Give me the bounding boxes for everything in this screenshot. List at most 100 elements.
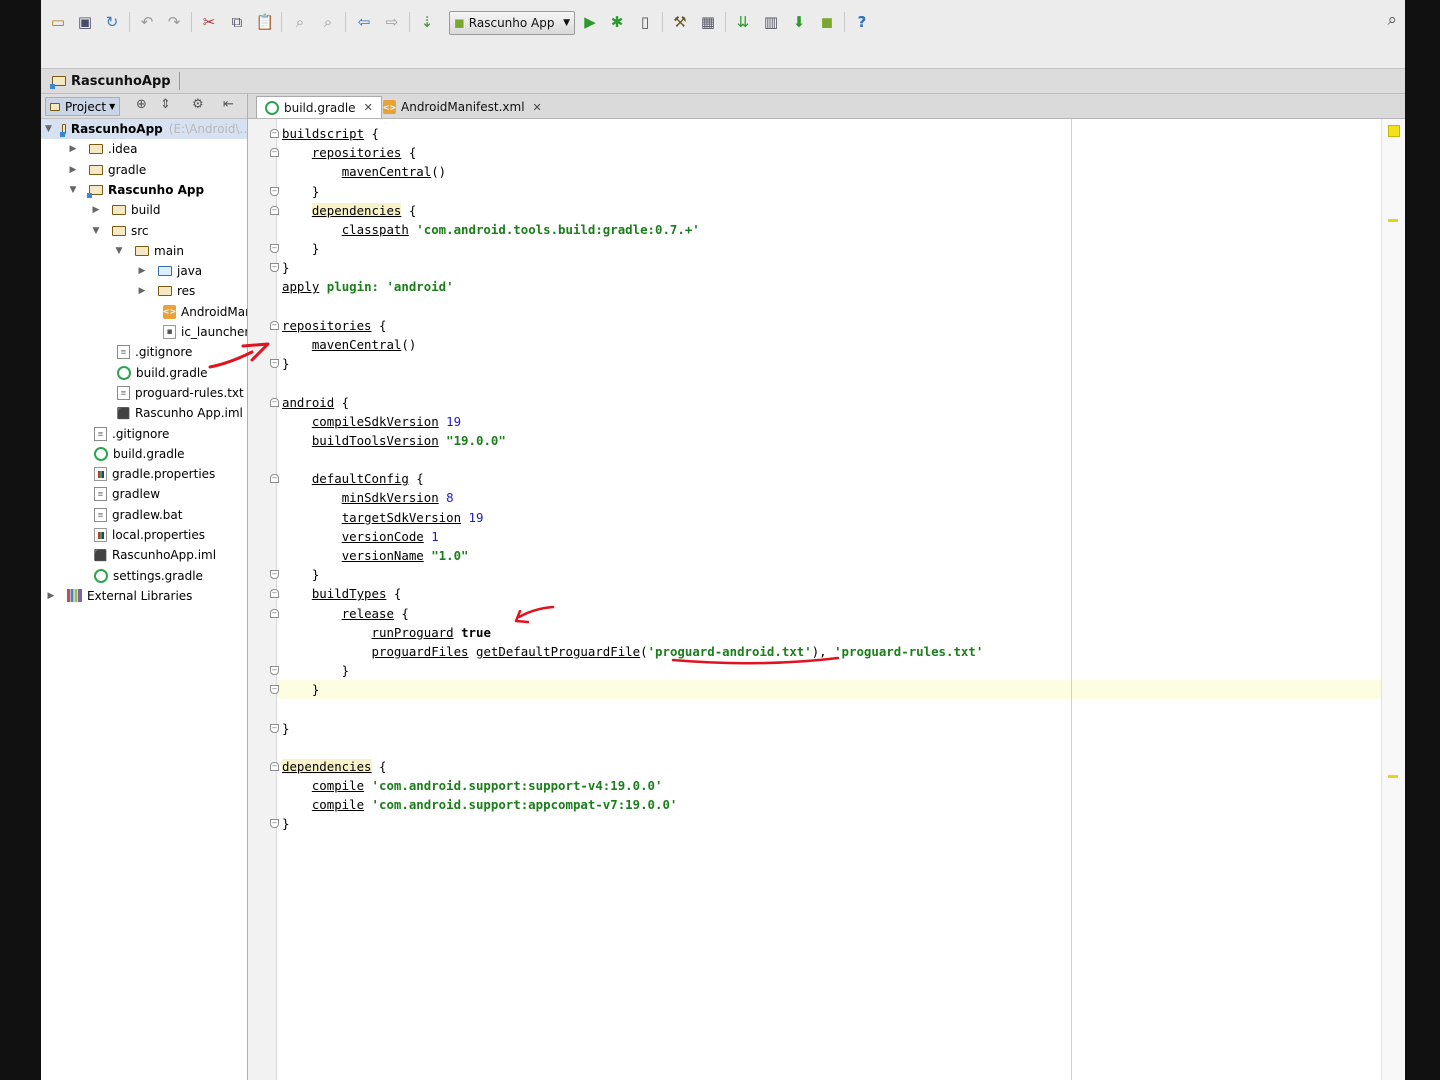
fold-end-icon[interactable]: −	[270, 685, 279, 695]
sdk-manager-icon[interactable]: ⬇	[788, 10, 810, 34]
close-icon[interactable]: ✕	[533, 101, 542, 114]
breadcrumb-item[interactable]: RascunhoApp	[50, 72, 180, 90]
tree-item[interactable]: ⬛ RascunhoApp.iml	[82, 545, 216, 565]
save-all-icon[interactable]: ▣	[74, 10, 96, 34]
code-line[interactable]: versionName "1.0"	[282, 546, 469, 565]
expand-right-icon[interactable]: ▶	[136, 266, 148, 276]
code-line[interactable]: dependencies {	[282, 757, 386, 776]
fold-end-icon[interactable]: −	[270, 723, 279, 733]
hide-panel-icon[interactable]: ⇤	[223, 97, 234, 112]
back-icon[interactable]: ⇦	[353, 10, 375, 34]
code-line[interactable]: buildToolsVersion "19.0.0"	[282, 431, 506, 450]
tree-item[interactable]: ≡ .gitignore	[82, 424, 169, 444]
code-line[interactable]: classpath 'com.android.tools.build:gradl…	[282, 220, 700, 239]
tree-item[interactable]: ▶ External Libraries	[45, 586, 193, 606]
code-line[interactable]: compileSdkVersion 19	[282, 412, 461, 431]
code-line[interactable]: }	[282, 182, 319, 201]
tree-item[interactable]: ▶ gradle	[67, 160, 147, 180]
fold-end-icon[interactable]: −	[270, 263, 279, 273]
search-everywhere-icon[interactable]: ⌕	[1387, 10, 1397, 30]
redo-icon[interactable]: ↷	[163, 10, 185, 34]
forward-icon[interactable]: ⇨	[381, 10, 403, 34]
help-icon[interactable]: ?	[851, 10, 873, 34]
code-line[interactable]: release {	[282, 604, 409, 623]
code-line[interactable]: }	[282, 680, 319, 699]
find-icon[interactable]: ⌕	[289, 10, 311, 34]
tree-item[interactable]: build.gradle	[105, 363, 208, 383]
sync-gradle-icon[interactable]: ⇊	[732, 10, 754, 34]
avd-manager-icon[interactable]: ▥	[760, 10, 782, 34]
code-line[interactable]: mavenCentral()	[282, 162, 446, 181]
attach-debugger-icon[interactable]: ▯	[634, 10, 656, 34]
code-line[interactable]: buildTypes {	[282, 584, 402, 603]
code-line[interactable]: repositories {	[282, 143, 416, 162]
cut-icon[interactable]: ✂	[198, 10, 220, 34]
tab-android-manifest[interactable]: <> AndroidManifest.xml ✕	[375, 96, 550, 118]
fold-collapse-icon[interactable]: −	[270, 320, 279, 330]
gear-icon[interactable]: ⚙	[192, 97, 204, 112]
fold-collapse-icon[interactable]: −	[270, 608, 279, 618]
tree-item[interactable]: ⬛ Rascunho App.iml	[105, 403, 243, 423]
tree-item[interactable]: ≡ proguard-rules.txt	[105, 383, 244, 403]
expand-right-icon[interactable]: ▶	[67, 165, 79, 175]
close-icon[interactable]: ✕	[364, 101, 373, 114]
code-line[interactable]: versionCode 1	[282, 527, 439, 546]
error-stripe[interactable]	[1381, 119, 1405, 1080]
code-line[interactable]: apply plugin: 'android'	[282, 277, 454, 296]
code-line[interactable]: defaultConfig {	[282, 469, 424, 488]
code-line[interactable]: compile 'com.android.support:appcompat-v…	[282, 795, 678, 814]
code-line[interactable]: }	[282, 814, 289, 833]
fold-collapse-icon[interactable]: −	[270, 474, 279, 484]
code-line[interactable]: }	[282, 258, 289, 277]
collapse-all-icon[interactable]: ⇕	[160, 97, 171, 112]
code-line[interactable]: dependencies {	[282, 201, 416, 220]
fold-collapse-icon[interactable]: −	[270, 129, 279, 138]
open-folder-icon[interactable]: ▭	[47, 10, 69, 34]
code-line[interactable]: mavenCentral()	[282, 335, 416, 354]
code-line[interactable]: minSdkVersion 8	[282, 488, 454, 507]
code-line[interactable]: }	[282, 661, 349, 680]
tree-item[interactable]: ▶ res	[136, 281, 196, 301]
code-line[interactable]: targetSdkVersion 19	[282, 508, 484, 527]
fold-collapse-icon[interactable]: −	[270, 148, 279, 158]
expand-right-icon[interactable]: ▶	[90, 205, 102, 215]
tree-item[interactable]: <> AndroidManifest.xml	[151, 302, 247, 322]
tree-item[interactable]: local.properties	[82, 525, 205, 545]
fold-end-icon[interactable]: −	[270, 244, 279, 254]
fold-collapse-icon[interactable]: −	[270, 205, 279, 215]
tree-item[interactable]: ▼ Rascunho App	[67, 180, 204, 200]
expand-right-icon[interactable]: ▶	[67, 144, 79, 154]
tree-item[interactable]: ▼ src	[90, 221, 149, 241]
scroll-from-source-icon[interactable]: ⊕	[136, 97, 147, 112]
expand-right-icon[interactable]: ▶	[45, 591, 57, 601]
tree-item[interactable]: ▪ ic_launcher-web.png	[151, 322, 247, 342]
fold-collapse-icon[interactable]: −	[270, 761, 279, 771]
fold-end-icon[interactable]: −	[270, 819, 279, 829]
code-line[interactable]: repositories {	[282, 316, 386, 335]
expand-right-icon[interactable]: ▶	[136, 286, 148, 296]
code-line[interactable]: }	[282, 354, 289, 373]
tab-build-gradle[interactable]: build.gradle ✕	[256, 96, 382, 118]
tree-item[interactable]: build.gradle	[82, 444, 185, 464]
fold-end-icon[interactable]: −	[270, 570, 279, 580]
synchronize-icon[interactable]: ↻	[101, 10, 123, 34]
project-view-dropdown[interactable]: Project ▼	[45, 97, 121, 116]
expand-down-icon[interactable]: ▼	[45, 124, 52, 134]
fold-collapse-icon[interactable]: −	[270, 397, 279, 407]
code-line[interactable]: compile 'com.android.support:support-v4:…	[282, 776, 663, 795]
settings-icon[interactable]: ▦	[697, 10, 719, 34]
code-line[interactable]: }	[282, 239, 319, 258]
fold-collapse-icon[interactable]: −	[270, 589, 279, 599]
tree-item[interactable]: ≡ gradlew.bat	[82, 505, 182, 525]
tree-item[interactable]: settings.gradle	[82, 566, 203, 586]
debug-icon[interactable]: ✱	[606, 10, 628, 34]
fold-end-icon[interactable]: −	[270, 666, 279, 676]
paste-icon[interactable]: 📋	[254, 10, 276, 34]
code-line[interactable]: android {	[282, 393, 349, 412]
fold-end-icon[interactable]: −	[270, 359, 279, 369]
fold-end-icon[interactable]: −	[270, 186, 279, 196]
run-configuration-dropdown[interactable]: ◼ Rascunho App ▼	[449, 11, 575, 35]
copy-icon[interactable]: ⧉	[226, 10, 248, 34]
expand-down-icon[interactable]: ▼	[90, 226, 102, 236]
warning-marker[interactable]	[1388, 775, 1398, 778]
